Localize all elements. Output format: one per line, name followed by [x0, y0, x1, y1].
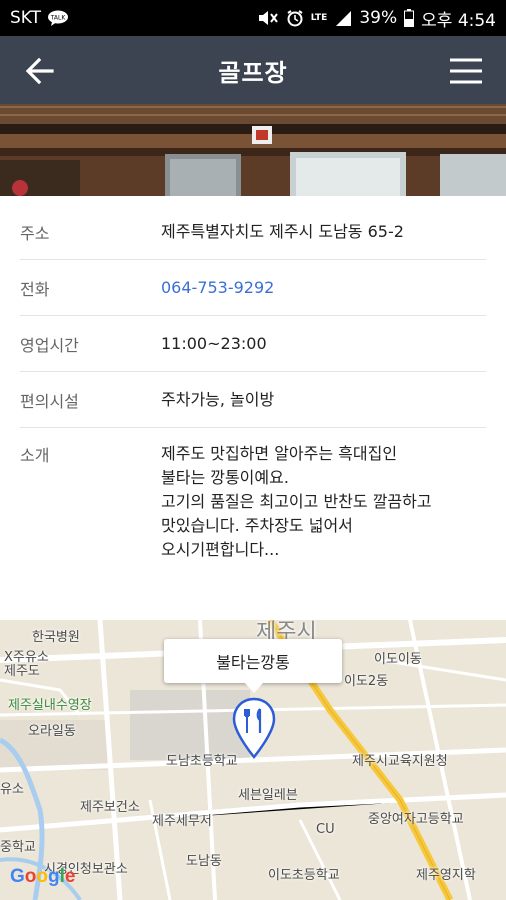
map-label-pool: 제주실내수영장	[8, 698, 92, 713]
intro-line: 오시기편합니다...	[161, 540, 280, 559]
amenities-label: 편의시설	[20, 391, 79, 411]
restaurant-details: 주소 제주특별자치도 제주시 도남동 65-2 전화 064-753-9292 …	[20, 204, 486, 562]
map-label-donamdong: 도남동	[186, 854, 222, 869]
map-label-donam-school: 도남초등학교	[166, 754, 238, 769]
intro-row: 소개 제주도 맛집하면 알아주는 흑대집인 불타는 깡통이예요. 고기의 품질은…	[20, 428, 486, 562]
battery-percent: 39%	[359, 8, 398, 28]
map-callout-tail	[245, 683, 263, 693]
svg-text:TALK: TALK	[50, 15, 67, 22]
google-logo: Google	[10, 866, 76, 887]
amenities-value: 주차가능, 놀이방	[161, 389, 275, 409]
intro-text: 제주도 맛집하면 알아주는 흑대집인 불타는 깡통이예요. 고기의 품질은 최고…	[161, 442, 432, 562]
status-bar: SKT TALK LTE 39% 오후 4:54	[0, 0, 506, 36]
map-label-jeju-youngji: 제주영지학	[416, 868, 476, 883]
map-label-girls-high: 중앙여자고등학교	[368, 812, 464, 827]
map-label-idoidong: 이도이동	[374, 652, 422, 667]
back-button[interactable]	[22, 53, 58, 89]
map-label-yuso: 유소	[0, 782, 24, 797]
map-label-seven-eleven: 세븐일레븐	[238, 788, 298, 803]
hours-row: 영업시간 11:00~23:00	[20, 316, 486, 372]
menu-button[interactable]	[448, 53, 484, 89]
hours-value: 11:00~23:00	[161, 333, 267, 353]
intro-label: 소개	[20, 446, 50, 465]
signal-icon	[334, 9, 352, 27]
map-label-ora: 오라일동	[28, 724, 76, 739]
restaurant-pin-icon[interactable]	[230, 697, 278, 761]
map-label-tax-office: 제주세무서	[152, 814, 212, 829]
phone-link[interactable]: 064-753-9292	[161, 276, 274, 300]
carrier-label: SKT	[10, 8, 42, 28]
clock: 오후 4:54	[421, 10, 496, 31]
address-label: 주소	[20, 223, 50, 243]
map-label-middle-school: 중학교	[0, 840, 36, 855]
arrow-left-icon	[25, 57, 54, 85]
hamburger-menu-icon	[450, 58, 482, 84]
intro-line: 불타는 깡통이예요.	[161, 468, 289, 487]
hours-label: 영업시간	[20, 335, 79, 355]
map-label-ido2: 이도2동	[344, 674, 389, 689]
battery-icon	[404, 9, 415, 27]
mute-icon	[257, 9, 279, 27]
phone-row: 전화 064-753-9292	[20, 260, 486, 316]
restaurant-photo	[0, 104, 506, 196]
phone-label: 전화	[20, 279, 50, 299]
map-label-cu: CU	[316, 822, 335, 837]
map-label-education-office: 제주시교육지원청	[352, 754, 448, 769]
map-label-health-center: 제주보건소	[80, 800, 140, 815]
address-row: 주소 제주특별자치도 제주시 도남동 65-2	[20, 204, 486, 260]
page-title: 골프장	[218, 58, 288, 87]
app-bar: 골프장	[0, 36, 506, 104]
amenities-row: 편의시설 주차가능, 놀이방	[20, 372, 486, 428]
network-type: LTE	[310, 12, 328, 23]
intro-line: 제주도 맛집하면 알아주는 흑대집인	[161, 444, 398, 463]
alarm-icon	[286, 9, 304, 27]
intro-line: 맛있습니다. 주차장도 넓어서	[161, 516, 353, 535]
intro-line: 고기의 품질은 최고이고 반찬도 깔끔하고	[161, 492, 432, 511]
map-label-hospital: 한국병원	[32, 630, 80, 645]
map-label-jeju-school: 제주도	[4, 664, 40, 679]
map-label-ido-school: 이도초등학교	[268, 868, 340, 883]
address-value: 제주특별자치도 제주시 도남동 65-2	[161, 221, 404, 241]
map-callout[interactable]: 불타는깡통	[164, 639, 342, 683]
chat-notification-icon: TALK	[47, 10, 69, 26]
